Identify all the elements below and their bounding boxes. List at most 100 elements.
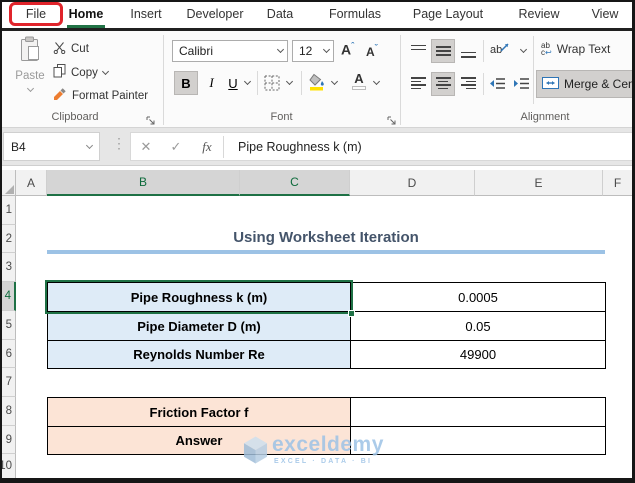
input-label-cell-roughness[interactable]: Pipe Roughness k (m) <box>47 282 351 312</box>
exceldemy-watermark: exceldemy EXCEL · DATA · BI <box>243 433 384 470</box>
font-name-chevron <box>276 45 285 54</box>
column-header-a[interactable]: A <box>16 170 47 196</box>
cut-button[interactable]: Cut <box>53 41 89 57</box>
insert-function-icon[interactable]: fx <box>191 139 223 155</box>
output-value-cell-answer[interactable] <box>350 426 606 455</box>
align-center-button[interactable] <box>431 72 455 96</box>
borders-button[interactable] <box>264 75 280 96</box>
italic-button[interactable]: I <box>203 71 220 95</box>
name-box[interactable]: B4 <box>3 132 100 161</box>
output-label-cell-friction[interactable]: Friction Factor f <box>47 397 351 427</box>
font-color-dropdown-chevron[interactable] <box>372 77 381 86</box>
orientation-dropdown-chevron[interactable] <box>519 45 528 54</box>
tab-formulas[interactable]: Formulas <box>325 0 385 28</box>
paste-icon <box>19 36 41 68</box>
orientation-button[interactable]: ab <box>490 41 511 56</box>
row-header-4[interactable]: 4 <box>2 282 16 311</box>
scissors-icon <box>53 41 66 57</box>
decrease-indent-icon <box>489 77 506 94</box>
watermark-brand-text: exceldemy <box>272 433 384 456</box>
ribbon: Paste Cut Copy Format Painter Clipboard <box>0 31 635 128</box>
column-header-c[interactable]: C <box>240 170 350 196</box>
input-value-cell-roughness[interactable]: 0.0005 <box>350 282 606 312</box>
input-label-cell-diameter[interactable]: Pipe Diameter D (m) <box>47 311 351 341</box>
align-left-button[interactable] <box>406 72 430 96</box>
format-painter-button[interactable]: Format Painter <box>53 87 148 104</box>
wrap-text-button[interactable]: ab c↩ Wrap Text <box>541 41 610 57</box>
select-all-corner[interactable] <box>2 170 16 196</box>
merge-center-icon <box>542 76 559 92</box>
align-middle-icon <box>435 45 451 58</box>
align-center-icon <box>435 77 451 91</box>
cancel-icon[interactable]: ✕ <box>131 139 161 155</box>
fill-handle[interactable] <box>348 310 355 317</box>
row-header-8[interactable]: 8 <box>2 397 16 426</box>
column-header-f[interactable]: F <box>603 170 633 196</box>
caret-up-icon: ˆ <box>351 41 355 51</box>
font-size-select[interactable]: 12 <box>292 40 334 62</box>
row-header-1[interactable]: 1 <box>2 196 16 225</box>
bold-button[interactable]: B <box>174 71 198 95</box>
borders-dropdown-chevron[interactable] <box>285 77 294 86</box>
column-header-d[interactable]: D <box>350 170 475 196</box>
font-color-icon: A <box>354 71 364 86</box>
column-header-e[interactable]: E <box>475 170 603 196</box>
input-value-cell-diameter[interactable]: 0.05 <box>350 311 606 341</box>
worksheet-title-cell[interactable]: Using Worksheet Iteration <box>47 225 605 254</box>
align-bottom-button[interactable] <box>456 39 480 63</box>
input-value-cell-reynolds[interactable]: 49900 <box>350 340 606 369</box>
window-border-bottom <box>0 478 635 483</box>
window-border-top <box>0 0 635 2</box>
copy-button[interactable]: Copy <box>53 64 109 81</box>
align-middle-button[interactable] <box>431 39 455 63</box>
tab-review[interactable]: Review <box>515 0 563 28</box>
fill-color-dropdown-chevron[interactable] <box>330 77 339 86</box>
excel-window: File Home Insert Developer Data Formulas… <box>0 0 635 483</box>
row-header-9[interactable]: 9 <box>2 426 16 454</box>
increase-indent-button[interactable] <box>513 77 530 95</box>
underline-button[interactable]: U <box>224 71 242 95</box>
formula-area: ✕ ✓ fx Pipe Roughness k (m) <box>130 132 633 161</box>
align-top-button[interactable] <box>406 39 430 63</box>
format-painter-icon <box>53 87 67 104</box>
paste-button[interactable]: Paste <box>10 36 50 108</box>
wrap-text-icon: ab c↩ <box>541 41 552 57</box>
copy-icon <box>53 64 66 81</box>
drag-dots-icon: ⋮ <box>112 135 126 151</box>
font-name-select[interactable]: Calibri <box>172 40 288 62</box>
row-header-6[interactable]: 6 <box>2 340 16 368</box>
align-right-button[interactable] <box>456 72 480 96</box>
tab-insert[interactable]: Insert <box>124 0 168 28</box>
watermark-tagline-text: EXCEL · DATA · BI <box>274 458 373 465</box>
tab-page-layout[interactable]: Page Layout <box>408 0 488 28</box>
decrease-indent-button[interactable] <box>489 77 506 95</box>
enter-icon[interactable]: ✓ <box>161 139 191 155</box>
font-size-chevron <box>322 45 331 54</box>
formula-input[interactable]: Pipe Roughness k (m) <box>224 140 362 154</box>
merge-center-button[interactable]: Merge & Center <box>536 70 635 98</box>
row-header-3[interactable]: 3 <box>2 253 16 282</box>
column-header-b[interactable]: B <box>47 170 240 196</box>
underline-dropdown-chevron[interactable] <box>243 77 252 86</box>
align-right-icon <box>460 77 476 91</box>
font-color-button[interactable]: A <box>352 72 366 90</box>
align-left-icon <box>410 77 426 91</box>
tab-developer[interactable]: Developer <box>183 0 247 28</box>
row-header-7[interactable]: 7 <box>2 368 16 397</box>
name-box-chevron <box>85 141 94 149</box>
increase-font-size-button[interactable]: Aˆ <box>341 41 354 58</box>
tab-data[interactable]: Data <box>261 0 299 28</box>
output-value-cell-friction[interactable] <box>350 397 606 427</box>
row-header-5[interactable]: 5 <box>2 311 16 340</box>
row-header-2[interactable]: 2 <box>2 225 16 253</box>
fill-color-button[interactable] <box>309 73 326 96</box>
font-color-bar <box>352 86 366 90</box>
align-bottom-icon <box>460 45 476 58</box>
orientation-icon: ab <box>490 43 511 56</box>
file-tab-highlight-box <box>9 2 63 26</box>
tab-view[interactable]: View <box>585 0 625 28</box>
decrease-font-size-button[interactable]: Aˇ <box>366 43 378 59</box>
row-header-10[interactable]: 10 <box>0 454 16 478</box>
tab-home[interactable]: Home <box>64 0 108 28</box>
input-label-cell-reynolds[interactable]: Reynolds Number Re <box>47 340 351 369</box>
